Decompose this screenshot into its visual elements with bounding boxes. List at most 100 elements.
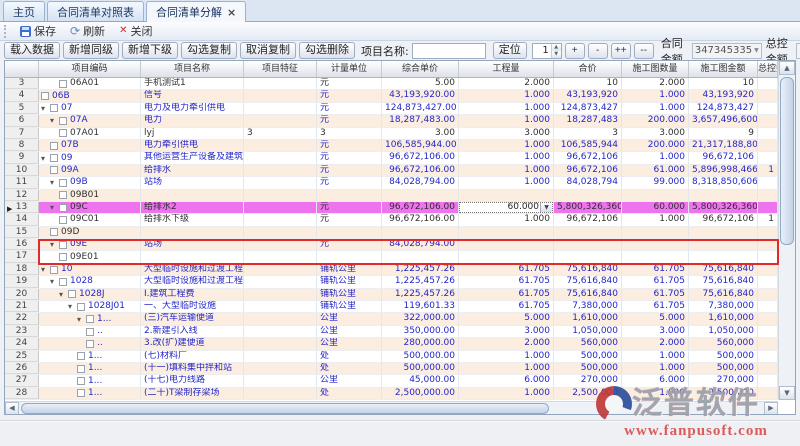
drawing-amount-cell[interactable]: 270,000 <box>689 375 758 386</box>
row-checkbox[interactable] <box>59 204 67 212</box>
drawing-qty-cell[interactable]: 60.000 <box>622 202 689 213</box>
control-qty-cell[interactable] <box>758 276 778 287</box>
name-cell[interactable]: 其他运营生产设备及建筑物 <box>141 152 244 163</box>
row-checkbox[interactable] <box>59 80 67 88</box>
quantity-cell[interactable]: 1.000 <box>459 363 554 374</box>
drawing-amount-cell[interactable] <box>689 227 758 238</box>
unit-price-cell[interactable]: 84,028,794.00 <box>382 177 459 188</box>
quantity-cell[interactable]: 61.705 <box>459 276 554 287</box>
drawing-qty-cell[interactable]: 61.705 <box>622 301 689 312</box>
feature-cell[interactable] <box>244 165 317 176</box>
table-row[interactable]: 707A01lyj333.003.00033.0009 <box>5 128 778 140</box>
drawing-qty-cell[interactable]: 200.000 <box>622 115 689 126</box>
locate-button[interactable]: 定位 <box>493 42 527 59</box>
drawing-amount-cell[interactable]: 75,616,840 <box>689 289 758 300</box>
row-checkbox[interactable] <box>59 216 67 224</box>
name-cell[interactable]: (十一)填料集中拌和站 <box>141 363 244 374</box>
table-row[interactable]: 1709E01 <box>5 251 778 263</box>
unit-price-cell[interactable]: 96,672,106.00 <box>382 202 459 213</box>
unit-price-cell[interactable] <box>382 190 459 201</box>
name-cell[interactable]: 手机测试1 <box>141 78 244 89</box>
total-price-cell[interactable]: 2,500,000 <box>554 388 622 399</box>
code-cell[interactable]: ▾09 <box>39 152 141 163</box>
control-qty-cell[interactable] <box>758 313 778 324</box>
table-row[interactable]: 6▾07A电力元18,287,483.001.00018,287,483200.… <box>5 115 778 127</box>
drawing-amount-cell[interactable]: 75,616,840 <box>689 264 758 275</box>
code-cell[interactable]: ▾10 <box>39 264 141 275</box>
action-button-6[interactable]: 勾选删除 <box>299 42 355 59</box>
feature-cell[interactable] <box>244 326 317 337</box>
name-cell[interactable]: 电力及电力牵引供电 <box>141 103 244 114</box>
row-checkbox[interactable] <box>77 352 85 360</box>
column-header-10[interactable]: 总控数 <box>758 61 778 77</box>
feature-cell[interactable] <box>244 202 317 213</box>
unit-price-cell[interactable]: 96,672,106.00 <box>382 214 459 225</box>
stat-field[interactable]: 347345335▼ <box>692 43 762 59</box>
horizontal-scrollbar[interactable]: ◀ ▶ <box>5 401 778 415</box>
expand-arrow-icon[interactable]: ▾ <box>41 104 50 113</box>
drawing-amount-cell[interactable]: 124,873,427 <box>689 103 758 114</box>
column-header-2[interactable]: 项目名称 <box>141 61 244 77</box>
unit-cell[interactable]: 元 <box>317 115 382 126</box>
expand-arrow-icon[interactable]: ▾ <box>68 302 77 311</box>
close-button[interactable]: ✕ 关闭 <box>114 22 157 40</box>
code-cell[interactable]: 09A <box>39 165 141 176</box>
control-qty-cell[interactable] <box>758 326 778 337</box>
drawing-qty-cell[interactable] <box>622 190 689 201</box>
column-header-9[interactable]: 施工图金额 <box>689 61 758 77</box>
row-checkbox[interactable] <box>59 278 67 286</box>
row-checkbox[interactable] <box>77 377 85 385</box>
name-cell[interactable]: 大型临时设施和过渡工程 <box>141 264 244 275</box>
name-cell[interactable]: 站场 <box>141 177 244 188</box>
action-button-2[interactable]: 新增同级 <box>63 42 119 59</box>
drawing-qty-cell[interactable]: 5.000 <box>622 313 689 324</box>
step-button-3[interactable]: ++ <box>611 43 631 59</box>
feature-cell[interactable] <box>244 239 317 250</box>
unit-cell[interactable]: 公里 <box>317 313 382 324</box>
table-row[interactable]: 22▾1...(三)汽车运输便道公里322,000.005.0001,610,0… <box>5 313 778 325</box>
table-row[interactable]: 20▾1028JⅠ.建筑工程费铺轨公里1,225,457.2661.70575,… <box>5 289 778 301</box>
total-price-cell[interactable]: 5,800,326,360 <box>554 202 622 213</box>
table-row[interactable]: 261...(十一)填料集中拌和站处500,000.001.000500,000… <box>5 363 778 375</box>
unit-cell[interactable]: 元 <box>317 239 382 250</box>
unit-cell[interactable]: 元 <box>317 202 382 213</box>
drawing-amount-cell[interactable]: 5,800,326,360 <box>689 202 758 213</box>
total-price-cell[interactable]: 124,873,427 <box>554 103 622 114</box>
name-cell[interactable]: 信号 <box>141 90 244 101</box>
unit-price-cell[interactable]: 322,000.00 <box>382 313 459 324</box>
name-cell[interactable]: (二十)T梁制存梁场 <box>141 388 244 399</box>
unit-price-cell[interactable]: 45,000.00 <box>382 375 459 386</box>
feature-cell[interactable] <box>244 177 317 188</box>
step-button-4[interactable]: -- <box>634 43 654 59</box>
drawing-amount-cell[interactable]: 9 <box>689 128 758 139</box>
feature-cell[interactable] <box>244 289 317 300</box>
scroll-right-icon[interactable]: ▶ <box>764 402 778 415</box>
drawing-qty-cell[interactable] <box>622 227 689 238</box>
unit-price-cell[interactable]: 1,225,457.26 <box>382 289 459 300</box>
total-price-cell[interactable]: 560,000 <box>554 338 622 349</box>
control-qty-cell[interactable] <box>758 90 778 101</box>
total-price-cell[interactable]: 18,287,483 <box>554 115 622 126</box>
drawing-qty-cell[interactable]: 1.000 <box>622 103 689 114</box>
name-cell[interactable] <box>141 190 244 201</box>
drawing-amount-cell[interactable]: 21,317,188,800 <box>689 140 758 151</box>
unit-price-cell[interactable] <box>382 227 459 238</box>
table-row[interactable]: 271...(十七)电力线路公里45,000.006.000270,0006.0… <box>5 375 778 387</box>
quantity-cell[interactable]: 6.000 <box>459 375 554 386</box>
feature-cell[interactable] <box>244 313 317 324</box>
row-checkbox[interactable] <box>50 166 58 174</box>
row-checkbox[interactable] <box>50 266 58 274</box>
drawing-amount-cell[interactable]: 3,657,496,600 <box>689 115 758 126</box>
code-cell[interactable]: 07A01 <box>39 128 141 139</box>
row-checkbox[interactable] <box>77 389 85 397</box>
quantity-cell[interactable]: 2.000 <box>459 78 554 89</box>
table-row[interactable]: 1509D <box>5 227 778 239</box>
unit-cell[interactable]: 铺轨公里 <box>317 301 382 312</box>
quantity-cell[interactable]: 3.000 <box>459 128 554 139</box>
unit-price-cell[interactable]: 350,000.00 <box>382 326 459 337</box>
unit-cell[interactable]: 元 <box>317 78 382 89</box>
table-row[interactable]: 1009A给排水元96,672,106.001.00096,672,10661.… <box>5 165 778 177</box>
tab-contract-compare[interactable]: 合同清单对照表 <box>47 1 144 21</box>
action-button-3[interactable]: 新增下级 <box>122 42 178 59</box>
code-cell[interactable]: ▾1028J01 <box>39 301 141 312</box>
